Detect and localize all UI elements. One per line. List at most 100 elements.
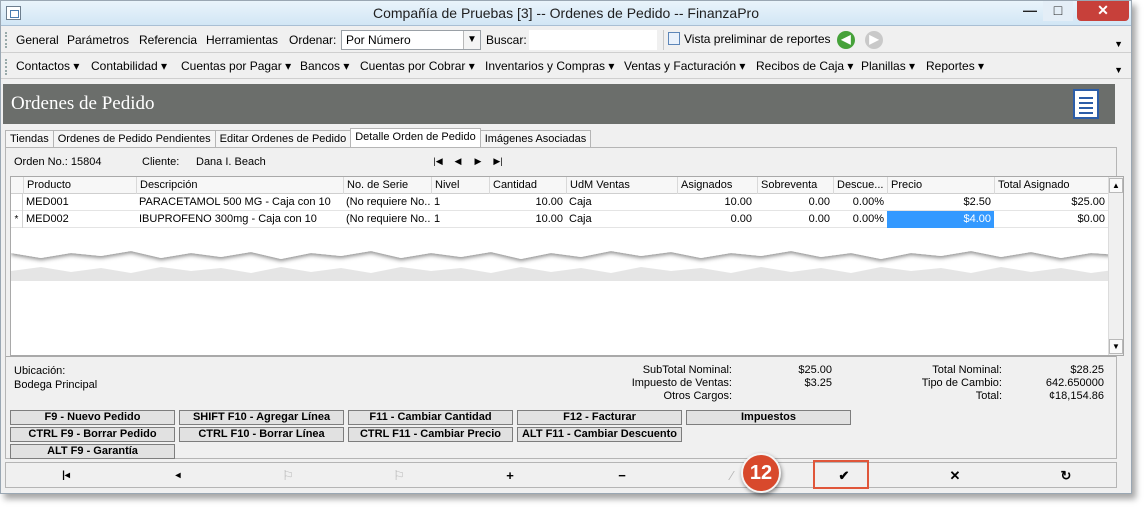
nav-cuentas-por-cobrar[interactable]: Cuentas por Cobrar ▾	[360, 59, 475, 73]
cell-nivel[interactable]: 1	[431, 194, 489, 211]
change-quantity-button[interactable]: F11 - Cambiar Cantidad	[348, 410, 513, 425]
toolbar-overflow-icon[interactable]: ▼	[1114, 39, 1123, 49]
prev-record-icon[interactable]: ◀	[448, 156, 468, 167]
tax-value: $3.25	[804, 377, 832, 389]
change-discount-button[interactable]: ALT F11 - Cambiar Descuento	[517, 427, 682, 442]
nav-recibos[interactable]: Recibos de Caja ▾	[756, 59, 853, 73]
back-arrow-icon[interactable]: ◀	[837, 31, 855, 49]
toolbar-grip[interactable]	[5, 59, 8, 75]
report-preview-label: Vista preliminar de reportes	[684, 32, 831, 46]
cell-asignados[interactable]: 10.00	[677, 194, 755, 211]
app-window: Compañía de Pruebas [3] -- Ordenes de Pe…	[0, 0, 1132, 494]
toolbar-overflow-icon[interactable]: ▼	[1114, 65, 1123, 75]
column-header-total[interactable]: Total Asignado	[994, 177, 1108, 194]
nav-cuentas-por-pagar[interactable]: Cuentas por Pagar ▾	[181, 59, 291, 73]
nav-bancos[interactable]: Bancos ▾	[300, 59, 349, 73]
add-record-button[interactable]: +	[500, 467, 520, 485]
torn-edge-graphic	[11, 241, 1121, 281]
total-label: Total:	[975, 390, 1002, 402]
toolbar-grip[interactable]	[5, 32, 8, 48]
totals-panel: Ubicación: Bodega Principal SubTotal Nom…	[6, 356, 1116, 404]
nav-ventas[interactable]: Ventas y Facturación ▾	[624, 59, 745, 73]
delete-line-button[interactable]: CTRL F10 - Borrar Línea	[179, 427, 344, 442]
flag-end-icon[interactable]: ⚐	[389, 467, 409, 485]
menu-referencia[interactable]: Referencia	[139, 33, 197, 47]
column-header-serie[interactable]: No. de Serie	[343, 177, 431, 194]
table-row[interactable]: * MED002 IBUPROFENO 300mg - Caja con 10 …	[11, 211, 1111, 228]
warranty-button[interactable]: ALT F9 - Garantía	[10, 444, 175, 459]
close-button[interactable]: ✕	[1077, 1, 1129, 21]
title-bar: Compañía de Pruebas [3] -- Ordenes de Pe…	[1, 1, 1131, 26]
chevron-down-icon[interactable]: ▼	[463, 31, 480, 49]
menu-herramientas[interactable]: Herramientas	[206, 33, 278, 47]
nav-contactos[interactable]: Contactos ▾	[16, 59, 79, 73]
search-input[interactable]	[529, 30, 657, 50]
cell-sobreventa[interactable]: 0.00	[757, 211, 833, 228]
window-title: Compañía de Pruebas [3] -- Ordenes de Pe…	[373, 5, 759, 21]
cell-descuento[interactable]: 0.00%	[833, 211, 887, 228]
maximize-button[interactable]: □	[1043, 1, 1073, 21]
remove-record-button[interactable]: −	[612, 467, 632, 485]
column-header-producto[interactable]: Producto	[23, 177, 138, 194]
cell-serie[interactable]: (No requiere No...	[343, 194, 431, 211]
nav-contabilidad[interactable]: Contabilidad ▾	[91, 59, 167, 73]
nav-inventarios[interactable]: Inventarios y Compras ▾	[485, 59, 614, 73]
column-header-udm[interactable]: UdM Ventas	[566, 177, 677, 194]
cell-producto[interactable]: MED001	[23, 194, 138, 211]
cell-asignados[interactable]: 0.00	[677, 211, 755, 228]
column-header-asignados[interactable]: Asignados	[677, 177, 757, 194]
refresh-button[interactable]: ↻	[1056, 467, 1076, 485]
cell-descuento[interactable]: 0.00%	[833, 194, 887, 211]
cell-descripcion[interactable]: PARACETAMOL 500 MG - Caja con 10	[136, 194, 345, 211]
row-marker[interactable]: *	[11, 211, 23, 228]
scroll-up-icon[interactable]: ▲	[1109, 178, 1123, 193]
table-row[interactable]: MED001 PARACETAMOL 500 MG - Caja con 10 …	[11, 194, 1111, 211]
grid-vertical-scrollbar[interactable]: ▲ ▼	[1108, 177, 1123, 355]
nav-reportes[interactable]: Reportes ▾	[926, 59, 984, 73]
change-price-button[interactable]: CTRL F11 - Cambiar Precio	[348, 427, 513, 442]
report-preview-button[interactable]: Vista preliminar de reportes	[663, 30, 835, 50]
cell-serie[interactable]: (No requiere No...	[343, 211, 431, 228]
cell-producto[interactable]: MED002	[23, 211, 138, 228]
last-record-icon[interactable]: ▶|	[488, 156, 508, 167]
cell-udm[interactable]: Caja	[566, 211, 677, 228]
cell-cantidad[interactable]: 10.00	[489, 194, 566, 211]
column-header-cantidad[interactable]: Cantidad	[489, 177, 566, 194]
minimize-button[interactable]: —	[1015, 1, 1045, 21]
new-order-button[interactable]: F9 - Nuevo Pedido	[10, 410, 175, 425]
order-by-select[interactable]: Por Número ▼	[341, 30, 481, 50]
row-marker[interactable]	[11, 194, 23, 211]
flag-icon[interactable]: ⚐	[278, 467, 298, 485]
column-header-descripcion[interactable]: Descripción	[136, 177, 345, 194]
edit-record-button[interactable]: ⁄	[722, 467, 742, 485]
cell-sobreventa[interactable]: 0.00	[757, 194, 833, 211]
document-icon	[1073, 89, 1099, 119]
cell-precio-selected[interactable]: $4.00	[887, 211, 994, 228]
add-line-button[interactable]: SHIFT F10 - Agregar Línea	[179, 410, 344, 425]
scroll-down-icon[interactable]: ▼	[1109, 339, 1123, 354]
delete-order-button[interactable]: CTRL F9 - Borrar Pedido	[10, 427, 175, 442]
column-header-precio[interactable]: Precio	[887, 177, 994, 194]
column-header-descuento[interactable]: Descue...	[833, 177, 887, 194]
cell-descripcion[interactable]: IBUPROFENO 300mg - Caja con 10	[136, 211, 345, 228]
cancel-button[interactable]: ✕	[945, 467, 965, 485]
taxes-button[interactable]: Impuestos	[686, 410, 851, 425]
menu-general[interactable]: General	[16, 33, 59, 47]
menu-parametros[interactable]: Parámetros	[67, 33, 129, 47]
previous-record-button[interactable]: ◂	[168, 467, 188, 485]
forward-arrow-icon[interactable]: ▶	[865, 31, 883, 49]
cell-precio[interactable]: $2.50	[887, 194, 994, 211]
cell-cantidad[interactable]: 10.00	[489, 211, 566, 228]
column-header-sobreventa[interactable]: Sobreventa	[757, 177, 835, 194]
cell-total[interactable]: $25.00	[994, 194, 1108, 211]
cell-total[interactable]: $0.00	[994, 211, 1108, 228]
first-record-icon[interactable]: |◀	[428, 156, 448, 167]
column-header-nivel[interactable]: Nivel	[431, 177, 489, 194]
cell-nivel[interactable]: 1	[431, 211, 489, 228]
invoice-button[interactable]: F12 - Facturar	[517, 410, 682, 425]
next-record-icon[interactable]: ▶	[468, 156, 488, 167]
first-record-button[interactable]: |◂	[56, 467, 76, 485]
nav-planillas[interactable]: Planillas ▾	[861, 59, 915, 73]
tab-detalle[interactable]: Detalle Orden de Pedido	[350, 128, 481, 149]
cell-udm[interactable]: Caja	[566, 194, 677, 211]
